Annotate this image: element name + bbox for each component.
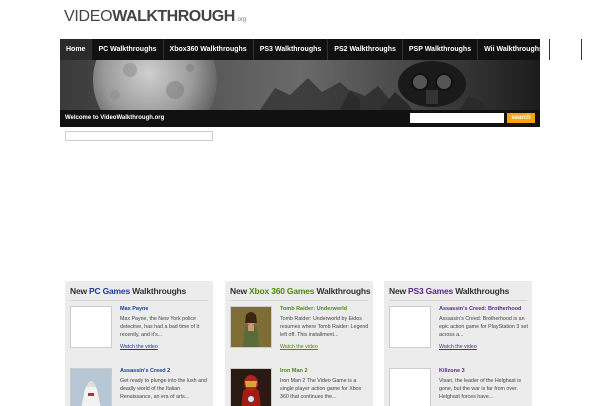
iron-man-figure-icon [231,369,271,406]
nav-ps3-walkthroughs[interactable]: PS3 Walkthroughs [254,39,329,60]
title-highlight: PS3 Games [408,286,454,296]
game-title[interactable]: Assassin's Creed: Brotherhood [439,306,521,312]
logo-text-org: .org [235,17,247,23]
title-suffix: Walkthroughs [314,286,371,296]
title-prefix: New [389,286,409,296]
logo-text-walkthrough: WALKTHROUGH [112,8,235,25]
empty-box [65,131,213,141]
nav-home[interactable]: Home [60,39,93,60]
nav-xbox360-walkthroughs[interactable]: Xbox360 Walkthroughs [164,39,254,60]
game-description: Tomb Raider: Underworld by Eidos resumes… [280,316,369,338]
panel-divider [230,300,368,301]
game-thumbnail[interactable] [70,368,112,406]
game-title[interactable]: Killzone 3 [439,368,465,374]
tomb-raider-figure-icon [231,307,271,347]
panel-title: New Xbox 360 Games Walkthroughs [230,286,371,296]
game-title[interactable]: Max Payne [120,306,148,312]
game-thumbnail[interactable] [230,306,272,348]
game-thumbnail[interactable] [389,306,431,348]
xbox360-games-panel: New Xbox 360 Games Walkthroughs Tomb Rai… [225,281,373,406]
game-description: Iron Man 2 The Video Game is a single pl… [280,378,362,400]
game-thumbnail[interactable] [230,368,272,406]
game-title[interactable]: Tomb Raider: Underworld [280,306,347,312]
game-description: Assassin's Creed: Brotherhood is an epic… [439,316,528,338]
search-button[interactable]: search [507,113,535,123]
header-banner [60,60,540,110]
nav-ps2-walkthroughs[interactable]: PS2 Walkthroughs [328,39,403,60]
title-suffix: Walkthroughs [453,286,510,296]
game-thumbnail[interactable] [70,306,112,348]
main-nav: Home PC Walkthroughs Xbox360 Walkthrough… [60,39,582,60]
title-highlight: Xbox 360 Games [249,286,315,296]
panel-title: New PC Games Walkthroughs [70,286,186,296]
game-description: Max Payne, the New York police detective… [120,316,200,338]
watch-video-link[interactable]: Watch the video [280,344,318,350]
watch-video-link[interactable]: Watch the video [439,344,477,350]
nav-wii-walkthroughs[interactable]: Wii Walkthroughs [478,39,550,60]
search-input[interactable] [410,113,504,123]
game-title[interactable]: Assassin's Creed 2 [120,368,170,374]
welcome-text: Welcome to VideoWalkthrough.org [65,115,165,121]
game-thumbnail[interactable] [389,368,431,406]
watch-video-link[interactable]: Watch the video [120,344,158,350]
game-title[interactable]: Iron Man 2 [280,368,308,374]
ps3-games-panel: New PS3 Games Walkthroughs Assassin's Cr… [384,281,532,406]
title-suffix: Walkthroughs [129,286,187,296]
welcome-bar: Welcome to VideoWalkthrough.org search [60,110,540,127]
nav-pc-walkthroughs[interactable]: PC Walkthroughs [92,39,164,60]
assassin-figure-icon [71,369,111,406]
nav-psp-walkthroughs[interactable]: PSP Walkthroughs [403,39,479,60]
game-description: Visari, the leader of the Helghast is go… [439,378,522,400]
panel-title: New PS3 Games Walkthroughs [389,286,509,296]
nav-other[interactable]: Other [550,39,582,60]
panel-divider [389,300,527,301]
site-logo[interactable]: VIDEO WALKTHROUGH .org [64,8,246,30]
banner-artwork [60,60,540,110]
title-highlight: PC Games [89,286,130,296]
logo-text-video: VIDEO [64,8,113,25]
panel-divider [70,300,208,301]
game-description: Get ready to plunge into the lush and de… [120,378,207,400]
title-prefix: New [230,286,250,296]
pc-games-panel: New PC Games Walkthroughs Max Payne Max … [65,281,213,406]
title-prefix: New [70,286,90,296]
